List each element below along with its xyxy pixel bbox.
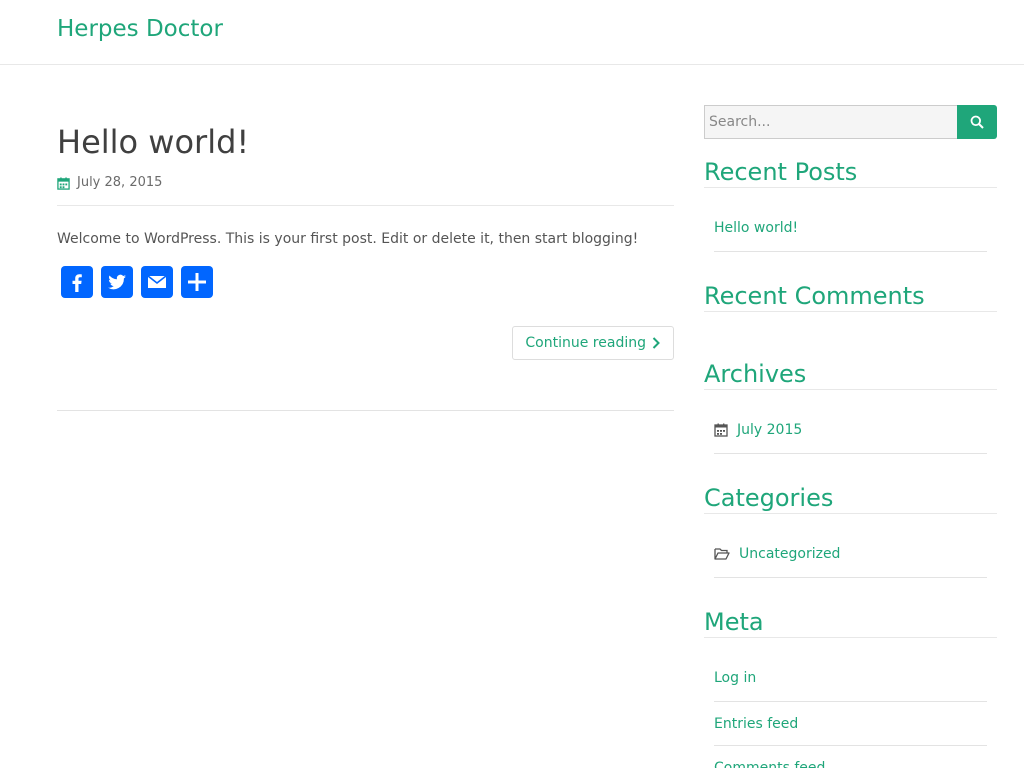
widget-title-categories: Categories (704, 483, 997, 514)
facebook-icon (72, 274, 82, 292)
widget-recent-posts: Recent Posts Hello world! (704, 157, 997, 252)
list-item: Uncategorized (714, 533, 987, 578)
post: Hello world! July 28, 2015 Welcome to Wo… (57, 120, 674, 360)
post-divider (57, 410, 674, 411)
folder-open-icon (714, 548, 730, 560)
search-icon (970, 115, 984, 129)
post-title[interactable]: Hello world! (57, 120, 674, 164)
twitter-icon (108, 274, 126, 290)
category-link[interactable]: Uncategorized (739, 546, 840, 562)
list-item: Comments feed (714, 746, 987, 768)
search-button[interactable] (957, 105, 997, 139)
facebook-share-button[interactable] (61, 266, 93, 298)
widget-title-archives: Archives (704, 359, 997, 390)
list-item: Log in (714, 657, 987, 702)
post-meta: July 28, 2015 (57, 174, 674, 206)
calendar-icon (714, 423, 728, 437)
comments-feed-link[interactable]: Comments feed (714, 760, 825, 768)
email-share-button[interactable] (141, 266, 173, 298)
post-excerpt: Welcome to WordPress. This is your first… (57, 231, 639, 247)
list-item: Entries feed (714, 702, 987, 746)
search-input[interactable] (704, 105, 958, 139)
list-item: Hello world! (714, 207, 987, 252)
calendar-icon (57, 177, 70, 190)
chevron-right-icon (652, 337, 660, 349)
widget-title-recent-posts: Recent Posts (704, 157, 997, 188)
continue-reading-label: Continue reading (525, 335, 646, 351)
widget-categories: Categories Uncategorized (704, 483, 997, 578)
entries-feed-link[interactable]: Entries feed (714, 716, 798, 732)
widget-archives: Archives July 2015 (704, 359, 997, 454)
widget-meta: Meta Log in Entries feed Comments feed (704, 607, 997, 768)
site-title[interactable]: Herpes Doctor (57, 16, 223, 42)
recent-post-link[interactable]: Hello world! (714, 220, 798, 236)
share-icon (188, 273, 206, 291)
twitter-share-button[interactable] (101, 266, 133, 298)
categories-list: Uncategorized (714, 533, 987, 578)
continue-reading-button[interactable]: Continue reading (512, 326, 674, 360)
widget-title-recent-comments: Recent Comments (704, 281, 997, 312)
email-icon (147, 275, 167, 288)
widget-recent-comments: Recent Comments (704, 281, 997, 312)
archive-link[interactable]: July 2015 (737, 422, 802, 438)
recent-posts-list: Hello world! (714, 207, 987, 252)
search-form (704, 105, 997, 139)
login-link[interactable]: Log in (714, 670, 756, 686)
meta-list: Log in Entries feed Comments feed (714, 657, 987, 768)
widget-title-meta: Meta (704, 607, 997, 638)
list-item: July 2015 (714, 409, 987, 454)
share-button[interactable] (181, 266, 213, 298)
sidebar: Recent Posts Hello world! Recent Comment… (704, 105, 997, 768)
archives-list: July 2015 (714, 409, 987, 454)
post-date[interactable]: July 28, 2015 (77, 174, 162, 192)
site-header: Herpes Doctor (0, 0, 1024, 65)
share-buttons (57, 266, 674, 298)
